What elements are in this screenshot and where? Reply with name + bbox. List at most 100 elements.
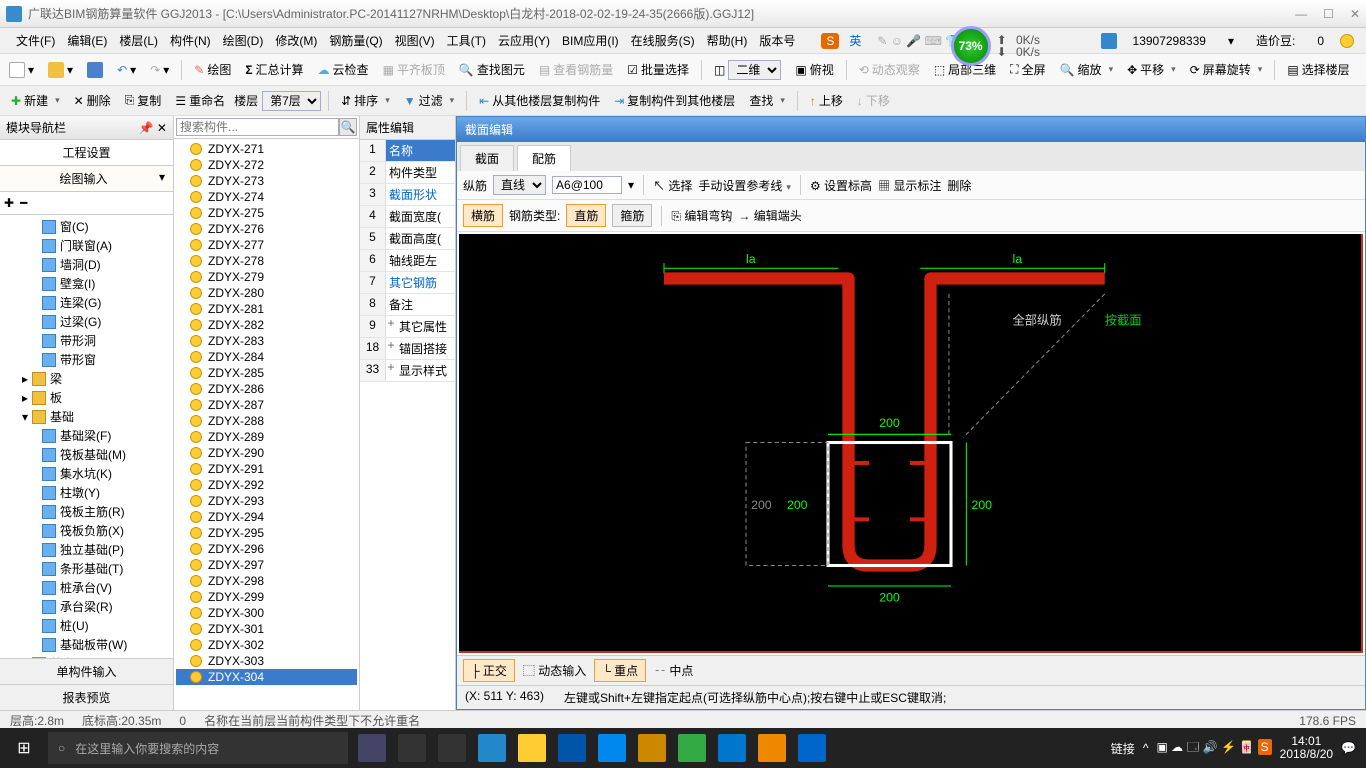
tree-item[interactable]: 柱墩(Y) (2, 483, 171, 502)
list-item[interactable]: ZDYX-298 (176, 573, 357, 589)
tree-item[interactable]: 筏板负筋(X) (2, 521, 171, 540)
app-7[interactable] (598, 734, 626, 762)
tab-rebar[interactable]: 配筋 (517, 145, 571, 171)
property-row[interactable]: 2构件类型 (360, 162, 455, 184)
list-item[interactable]: ZDYX-285 (176, 365, 357, 381)
start-button[interactable]: ⊞ (0, 738, 48, 758)
app-2[interactable] (398, 734, 426, 762)
list-item[interactable]: ZDYX-294 (176, 509, 357, 525)
property-row[interactable]: 8备注 (360, 294, 455, 316)
list-item[interactable]: ZDYX-271 (176, 141, 357, 157)
new-button[interactable]: ✚新建 (6, 90, 65, 111)
cloud-check-button[interactable]: ☁云检查 (313, 59, 374, 80)
list-item[interactable]: ZDYX-283 (176, 333, 357, 349)
tree-item[interactable]: 基础梁(F) (2, 426, 171, 445)
tree-item[interactable]: 墙洞(D) (2, 255, 171, 274)
select-floor-button[interactable]: ▤选择楼层 (1282, 59, 1354, 80)
property-row[interactable]: 3截面形状 (360, 184, 455, 206)
menu-item[interactable]: 云应用(Y) (492, 31, 556, 51)
view-rebar-button[interactable]: ▤查看钢筋量 (534, 59, 618, 80)
tree-item[interactable]: ▸板 (2, 388, 171, 407)
tab-section[interactable]: 截面 (460, 145, 514, 171)
nav-tab-project[interactable]: 工程设置 (0, 140, 173, 166)
find-button[interactable]: 查找 (744, 90, 790, 111)
list-item[interactable]: ZDYX-293 (176, 493, 357, 509)
tree-item[interactable]: 连梁(G) (2, 293, 171, 312)
property-row[interactable]: 18+锚固搭接 (360, 338, 455, 360)
view-mode-select[interactable]: ◫二维 (709, 58, 786, 82)
tray-up-icon[interactable]: ^ (1143, 741, 1149, 755)
property-row[interactable]: 6轴线距左 (360, 250, 455, 272)
menu-item[interactable]: 版本号 (753, 31, 801, 51)
bird-view-button[interactable]: ▣俯视 (790, 59, 838, 80)
tree-item[interactable]: 独立基础(P) (2, 540, 171, 559)
rotate-button[interactable]: ⟳屏幕旋转 (1185, 59, 1268, 80)
property-row[interactable]: 4截面宽度( (360, 206, 455, 228)
menu-item[interactable]: 楼层(L) (113, 31, 164, 51)
list-item[interactable]: ZDYX-301 (176, 621, 357, 637)
app-8[interactable] (638, 734, 666, 762)
menu-item[interactable]: 在线服务(S) (625, 31, 701, 51)
delete-rebar-button[interactable]: 删除 (947, 177, 971, 194)
list-item[interactable]: ZDYX-292 (176, 477, 357, 493)
pan-button[interactable]: ✥平移 (1122, 59, 1181, 80)
list-item[interactable]: ZDYX-304 (176, 669, 357, 685)
list-item[interactable]: ZDYX-288 (176, 413, 357, 429)
tree-item[interactable]: 桩承台(V) (2, 578, 171, 597)
straight-btn[interactable]: 直筋 (566, 204, 606, 227)
menu-item[interactable]: BIM应用(I) (556, 31, 625, 51)
section-canvas[interactable]: la la 200 (459, 234, 1363, 653)
copy-to-button[interactable]: ⇥复制构件到其他楼层 (609, 90, 740, 111)
app-3[interactable] (438, 734, 466, 762)
app-10[interactable] (718, 734, 746, 762)
list-item[interactable]: ZDYX-286 (176, 381, 357, 397)
menu-item[interactable]: 工具(T) (441, 31, 492, 51)
list-item[interactable]: ZDYX-291 (176, 461, 357, 477)
component-list[interactable]: ZDYX-271ZDYX-272ZDYX-273ZDYX-274ZDYX-275… (174, 139, 359, 710)
draw-button[interactable]: ✎绘图 (189, 59, 236, 80)
menu-item[interactable]: 视图(V) (389, 31, 441, 51)
maximize-button[interactable]: ☐ (1323, 7, 1334, 21)
tree-item[interactable]: 窗(C) (2, 217, 171, 236)
search-button[interactable]: 🔍 (339, 118, 357, 136)
property-row[interactable]: 9+其它属性 (360, 316, 455, 338)
list-item[interactable]: ZDYX-300 (176, 605, 357, 621)
redo-button[interactable]: ↷▾ (145, 61, 174, 79)
tray-icons[interactable]: ▣ ☁ 🗔 🔊 ⚡ 🀄 S (1156, 738, 1271, 759)
tree-item[interactable]: 带形窗 (2, 350, 171, 369)
open-button[interactable]: ▾ (43, 60, 78, 80)
ortho-button[interactable]: ├ 正交 (463, 659, 515, 682)
undo-button[interactable]: ↶▾ (112, 61, 141, 79)
save-button[interactable] (82, 60, 108, 80)
filter-button[interactable]: ▼过滤 (399, 90, 459, 111)
list-item[interactable]: ZDYX-284 (176, 349, 357, 365)
list-item[interactable]: ZDYX-277 (176, 237, 357, 253)
list-item[interactable]: ZDYX-273 (176, 173, 357, 189)
rebar-type-select[interactable]: 直线 (493, 175, 546, 195)
snap-button[interactable]: └ 重点 (594, 659, 646, 682)
select-tool[interactable]: ↖ 选择 (653, 177, 692, 194)
menu-item[interactable]: 编辑(E) (61, 31, 113, 51)
list-item[interactable]: ZDYX-280 (176, 285, 357, 301)
notification-icon[interactable]: 💬 (1341, 741, 1356, 755)
property-grid[interactable]: 1名称2构件类型3截面形状4截面宽度(5截面高度(6轴线距左7其它钢筋8备注9+… (360, 140, 455, 382)
midpoint-button[interactable]: ╌ 中点 (654, 662, 693, 679)
list-item[interactable]: ZDYX-303 (176, 653, 357, 669)
tree-item[interactable]: 承台梁(R) (2, 597, 171, 616)
tree-item[interactable]: ▾基础 (2, 407, 171, 426)
menu-item[interactable]: 构件(N) (164, 31, 217, 51)
list-item[interactable]: ZDYX-302 (176, 637, 357, 653)
property-row[interactable]: 33+显示样式 (360, 360, 455, 382)
tree-item[interactable]: 集水坑(K) (2, 464, 171, 483)
sort-button[interactable]: ⇵排序 (336, 90, 395, 111)
app-6[interactable] (558, 734, 586, 762)
list-item[interactable]: ZDYX-287 (176, 397, 357, 413)
tree-item[interactable]: 门联窗(A) (2, 236, 171, 255)
zoom-button[interactable]: 🔍缩放 (1055, 59, 1119, 80)
floor-select[interactable]: 第7层 (262, 91, 321, 111)
property-row[interactable]: 7其它钢筋 (360, 272, 455, 294)
sum-button[interactable]: Σ 汇总计算 (240, 59, 308, 80)
list-item[interactable]: ZDYX-274 (176, 189, 357, 205)
nav-single-input[interactable]: 单构件输入 (0, 658, 173, 684)
property-row[interactable]: 1名称 (360, 140, 455, 162)
